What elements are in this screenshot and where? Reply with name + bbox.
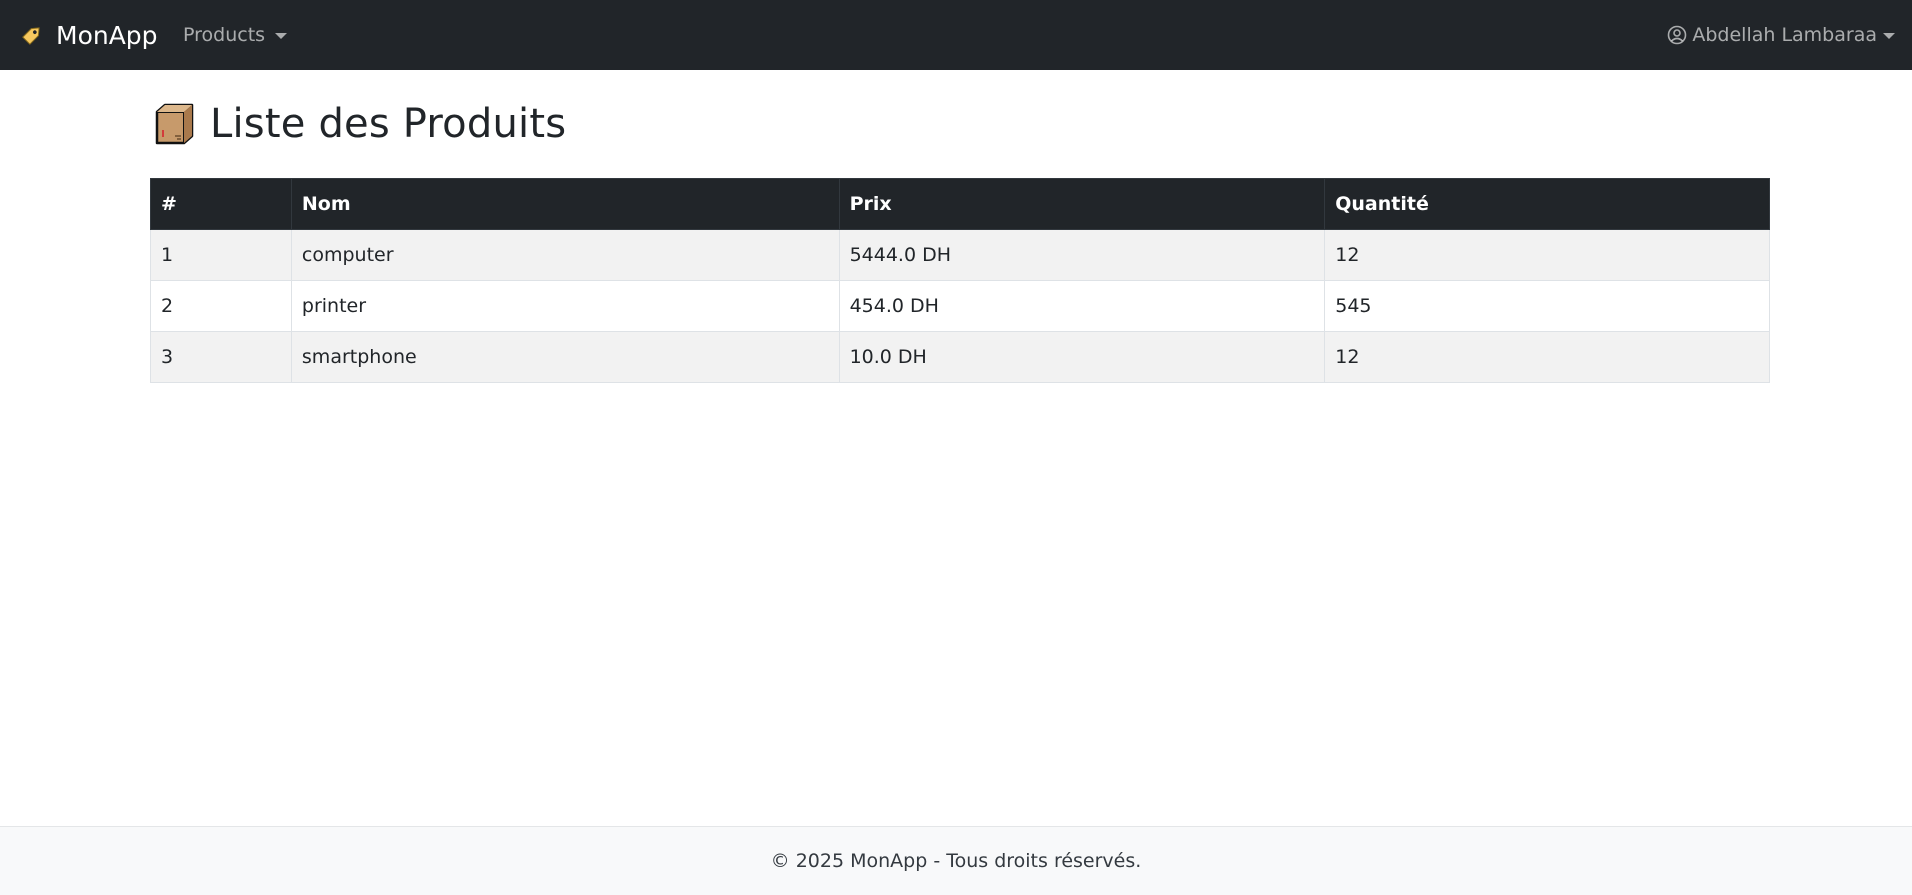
- column-header-nom: Nom: [290, 178, 840, 230]
- user-circle-icon: [1666, 24, 1688, 46]
- table-row: 3 smartphone 10.0 DH 12: [150, 331, 1770, 383]
- cell-nom: printer: [290, 280, 840, 332]
- table-row: 2 printer 454.0 DH 545: [150, 280, 1770, 332]
- cell-nom: computer: [290, 229, 840, 281]
- cell-prix: 10.0 DH: [838, 331, 1326, 383]
- page-header: Liste des Produits: [150, 70, 1770, 178]
- caret-down-icon: [275, 33, 288, 39]
- cell-nom: smartphone: [290, 331, 840, 383]
- user-name-label: Abdellah Lambaraa: [1692, 24, 1877, 46]
- package-box-icon: [150, 100, 198, 148]
- table-header-row: # Nom Prix Quantité: [150, 178, 1770, 230]
- table-row: 1 computer 5444.0 DH 12: [150, 229, 1770, 281]
- cell-id: 2: [150, 280, 292, 332]
- table-body: 1 computer 5444.0 DH 12 2 printer 454.0 …: [150, 229, 1770, 383]
- footer-copyright: © 2025 MonApp - Tous droits réservés.: [770, 850, 1142, 872]
- cell-quantite: 12: [1324, 331, 1770, 383]
- column-header-prix: Prix: [838, 178, 1326, 230]
- cell-id: 1: [150, 229, 292, 281]
- price-tag-icon: [18, 21, 46, 49]
- cell-prix: 454.0 DH: [838, 280, 1326, 332]
- cell-id: 3: [150, 331, 292, 383]
- main-content: Liste des Produits # Nom Prix Quantité 1…: [150, 70, 1770, 383]
- page-title: Liste des Produits: [210, 101, 567, 147]
- brand-label: MonApp: [56, 20, 158, 50]
- products-dropdown-toggle[interactable]: Products: [183, 0, 288, 70]
- brand-link[interactable]: MonApp: [18, 0, 158, 70]
- page-footer: © 2025 MonApp - Tous droits réservés.: [0, 826, 1912, 895]
- user-dropdown-toggle[interactable]: Abdellah Lambaraa: [1666, 0, 1895, 70]
- products-menu-label: Products: [183, 24, 266, 46]
- column-header-quantite: Quantité: [1324, 178, 1770, 230]
- top-navbar: MonApp Products Abdellah Lambaraa: [0, 0, 1912, 70]
- table-header: # Nom Prix Quantité: [150, 178, 1770, 230]
- cell-quantite: 12: [1324, 229, 1770, 281]
- products-table: # Nom Prix Quantité 1 computer 5444.0 DH…: [150, 178, 1770, 383]
- cell-prix: 5444.0 DH: [838, 229, 1326, 281]
- caret-down-icon: [1883, 33, 1895, 39]
- column-header-id: #: [150, 178, 292, 230]
- cell-quantite: 545: [1324, 280, 1770, 332]
